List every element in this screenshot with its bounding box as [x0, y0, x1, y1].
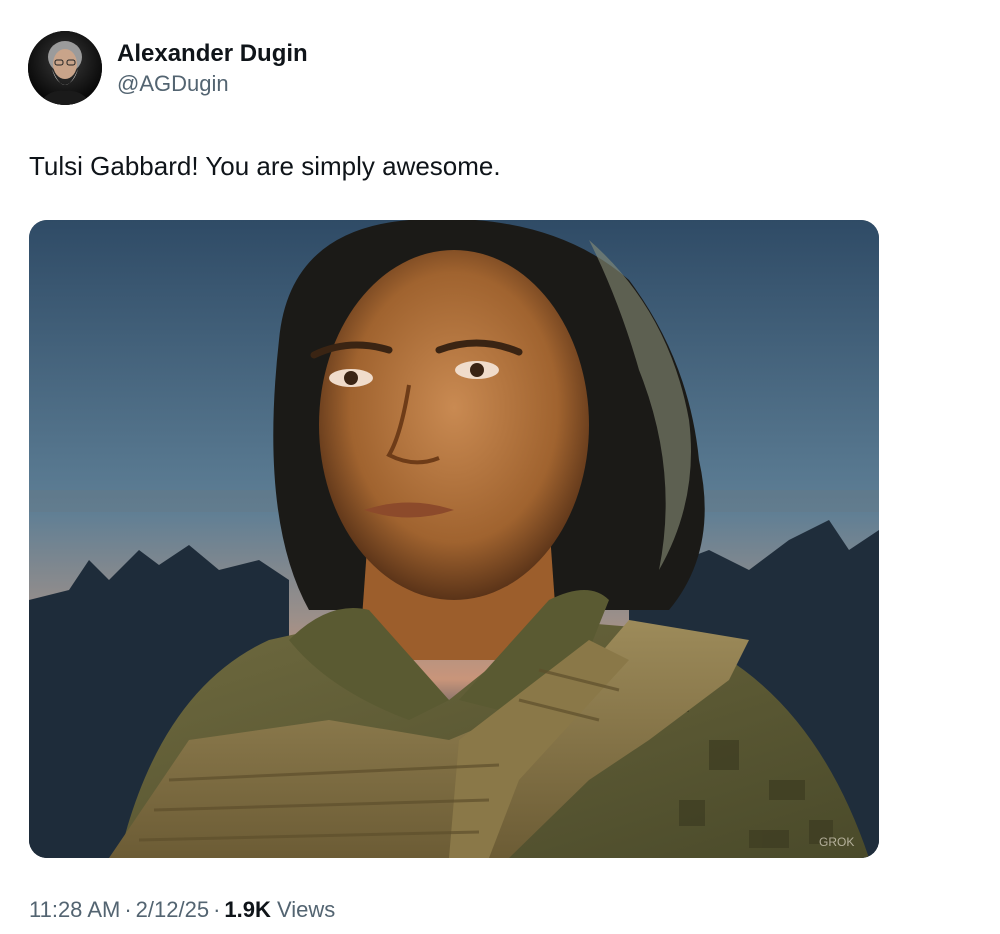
tweet-text: Tulsi Gabbard! You are simply awesome. — [29, 151, 501, 181]
tweet-meta: 11:28 AM · 2/12/25 · 1.9K Views — [29, 896, 335, 924]
author-display-name[interactable]: Alexander Dugin — [117, 40, 308, 68]
avatar-portrait — [28, 31, 102, 105]
meta-separator: · — [124, 897, 132, 922]
meta-separator: · — [213, 897, 221, 922]
views-count[interactable]: 1.9K — [224, 897, 270, 922]
author-handle[interactable]: @AGDugin — [117, 71, 229, 97]
tweet-date[interactable]: 2/12/25 — [136, 897, 209, 922]
tweet-media-image[interactable]: GROK — [29, 220, 879, 858]
views-label: Views — [277, 897, 336, 922]
media-watermark: GROK — [819, 835, 854, 849]
author-avatar[interactable] — [28, 31, 102, 105]
portrait-image: GROK — [29, 220, 879, 858]
tweet-time[interactable]: 11:28 AM — [29, 897, 120, 922]
